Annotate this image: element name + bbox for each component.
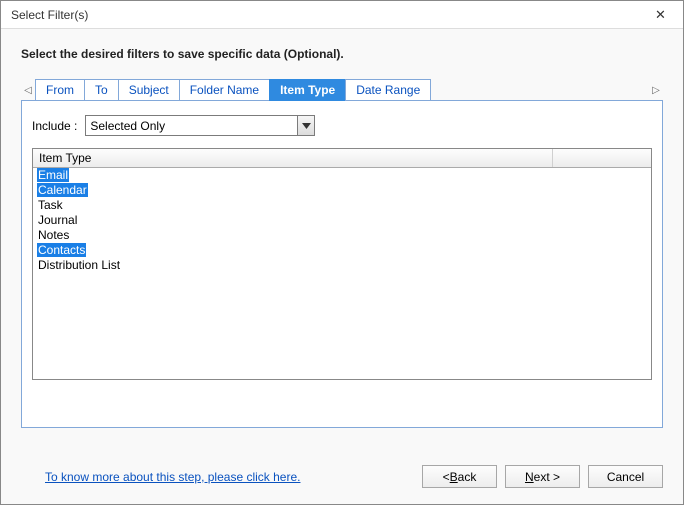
- tab-to[interactable]: To: [84, 79, 119, 101]
- footer-buttons: < Back Next > Cancel: [422, 465, 663, 488]
- include-select[interactable]: Selected Only: [85, 115, 315, 136]
- back-button[interactable]: < Back: [422, 465, 497, 488]
- list-item[interactable]: Contacts: [33, 243, 651, 258]
- tab-folder-name[interactable]: Folder Name: [179, 79, 270, 101]
- titlebar: Select Filter(s) ✕: [1, 1, 683, 29]
- list-item[interactable]: Journal: [33, 213, 651, 228]
- tab-subject[interactable]: Subject: [118, 79, 180, 101]
- window-title: Select Filter(s): [11, 8, 88, 22]
- tab-panel-item-type: Include : Selected Only Item Type Email …: [21, 100, 663, 428]
- help-link[interactable]: To know more about this step, please cli…: [21, 470, 300, 484]
- instruction-text: Select the desired filters to save speci…: [21, 47, 663, 61]
- tab-date-range[interactable]: Date Range: [345, 79, 431, 101]
- list-item[interactable]: Task: [33, 198, 651, 213]
- include-row: Include : Selected Only: [32, 115, 652, 136]
- chevron-down-icon: [302, 123, 311, 129]
- list-rows: Email Calendar Task Journal Notes Contac…: [33, 168, 651, 273]
- tabs: From To Subject Folder Name Item Type Da…: [35, 79, 430, 101]
- list-item[interactable]: Distribution List: [33, 258, 651, 273]
- include-select-value: Selected Only: [86, 119, 297, 133]
- close-icon: ✕: [655, 7, 666, 23]
- tab-strip: ◁ From To Subject Folder Name Item Type …: [21, 79, 663, 101]
- list-item[interactable]: Calendar: [33, 183, 651, 198]
- tab-scroll-right-icon[interactable]: ▷: [649, 85, 663, 96]
- tab-from[interactable]: From: [35, 79, 85, 101]
- footer: To know more about this step, please cli…: [21, 465, 663, 488]
- close-button[interactable]: ✕: [638, 1, 683, 29]
- item-type-list[interactable]: Item Type Email Calendar Task Journal No…: [32, 148, 652, 380]
- include-label: Include :: [32, 119, 77, 133]
- column-header-item-type[interactable]: Item Type: [33, 149, 553, 167]
- tab-item-type[interactable]: Item Type: [269, 79, 346, 101]
- dropdown-button[interactable]: [297, 116, 314, 135]
- list-item[interactable]: Email: [33, 168, 651, 183]
- list-item[interactable]: Notes: [33, 228, 651, 243]
- cancel-button[interactable]: Cancel: [588, 465, 663, 488]
- select-filters-dialog: Select Filter(s) ✕ Select the desired fi…: [0, 0, 684, 505]
- content-area: Select the desired filters to save speci…: [1, 29, 683, 428]
- list-header: Item Type: [33, 149, 651, 168]
- next-button[interactable]: Next >: [505, 465, 580, 488]
- tab-scroll-left-icon[interactable]: ◁: [21, 85, 35, 96]
